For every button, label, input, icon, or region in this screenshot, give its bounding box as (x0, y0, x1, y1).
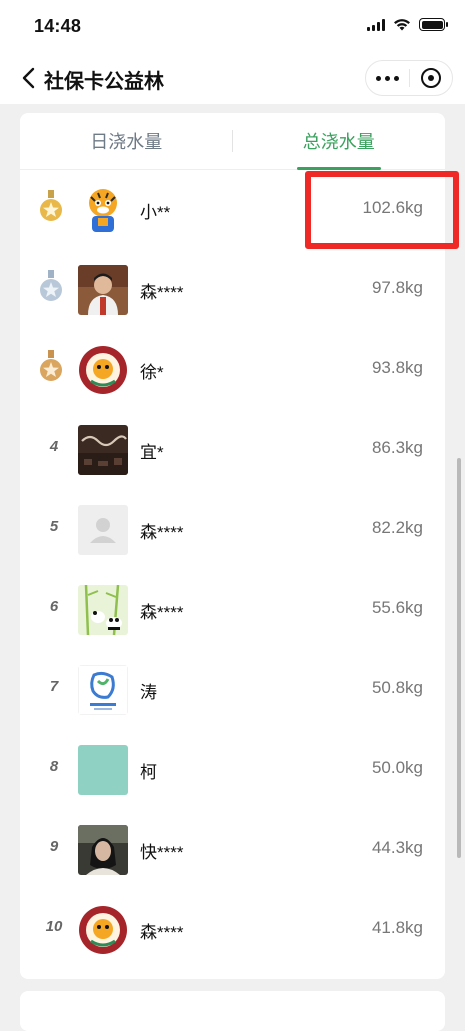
status-bar: 14:48 (0, 0, 465, 52)
rank-number: 5 (49, 518, 59, 535)
next-card (20, 991, 445, 1031)
user-name: 柯 (140, 763, 157, 782)
battery-icon (419, 18, 448, 31)
user-name: 森**** (140, 283, 184, 302)
water-amount: 41.8kg (371, 918, 423, 937)
user-name: 森**** (140, 523, 184, 542)
avatar (78, 825, 128, 875)
user-name: 小** (140, 203, 171, 222)
ranking-row[interactable]: 6 森**** 55.6kg (20, 570, 445, 650)
bronze-medal-icon (40, 350, 62, 381)
nav-bar: 社保卡公益林 (0, 52, 465, 104)
close-button[interactable] (410, 67, 453, 89)
user-name: 徐* (140, 363, 164, 382)
water-amount: 50.0kg (371, 758, 423, 777)
user-name: 森**** (140, 923, 184, 942)
ranking-row[interactable]: 10 森**** 41.8kg (20, 890, 445, 970)
miniprogram-capsule (365, 60, 453, 96)
ranking-row[interactable]: 4 宜* 86.3kg (20, 410, 445, 490)
user-name: 涛 (140, 683, 157, 702)
scrollbar[interactable] (457, 458, 461, 858)
water-amount: 44.3kg (371, 838, 423, 857)
water-amount: 93.8kg (371, 358, 423, 377)
water-amount: 82.2kg (371, 518, 423, 537)
water-amount: 86.3kg (371, 438, 423, 457)
tab-bar: 日浇水量 总浇水量 (20, 113, 445, 170)
signal-icon (367, 18, 385, 31)
status-time: 14:48 (34, 16, 82, 36)
user-name: 森**** (140, 603, 184, 622)
status-icons (367, 18, 448, 31)
rank-number: 8 (49, 758, 59, 775)
avatar (78, 265, 128, 315)
highlight-annotation (305, 171, 459, 249)
ranking-row[interactable]: 9 快**** 44.3kg (20, 810, 445, 890)
ranking-row[interactable]: 5 森**** 82.2kg (20, 490, 445, 570)
water-amount: 97.8kg (371, 278, 423, 297)
tab-total-watering[interactable]: 总浇水量 (233, 113, 446, 169)
close-circle-icon (420, 68, 441, 88)
default-avatar (78, 505, 128, 555)
ranking-row[interactable]: 森**** 97.8kg (20, 250, 445, 330)
silver-medal-icon (40, 270, 62, 301)
avatar (78, 425, 128, 475)
avatar (78, 585, 128, 635)
ranking-row[interactable]: 7 涛 50.8kg (20, 650, 445, 730)
avatar (78, 745, 128, 795)
rank-number: 10 (45, 918, 63, 935)
rank-number: 7 (49, 678, 59, 695)
water-amount: 50.8kg (371, 678, 423, 697)
wifi-icon (394, 19, 410, 31)
avatar (78, 665, 128, 715)
ranking-row[interactable]: 8 柯 50.0kg (20, 730, 445, 810)
user-name: 宜* (140, 443, 164, 462)
rank-number: 4 (49, 438, 59, 455)
tab-daily-watering[interactable]: 日浇水量 (20, 113, 233, 169)
more-button[interactable] (366, 75, 409, 81)
avatar (78, 345, 128, 395)
back-chevron-icon[interactable] (18, 66, 40, 90)
page-title: 社保卡公益林 (44, 71, 164, 93)
avatar (78, 905, 128, 955)
user-name: 快**** (140, 843, 184, 862)
gold-medal-icon (40, 190, 62, 221)
ranking-row[interactable]: 徐* 93.8kg (20, 330, 445, 410)
avatar (78, 185, 128, 235)
rank-number: 9 (49, 838, 59, 855)
water-amount: 55.6kg (371, 598, 423, 617)
rank-number: 6 (49, 598, 59, 615)
